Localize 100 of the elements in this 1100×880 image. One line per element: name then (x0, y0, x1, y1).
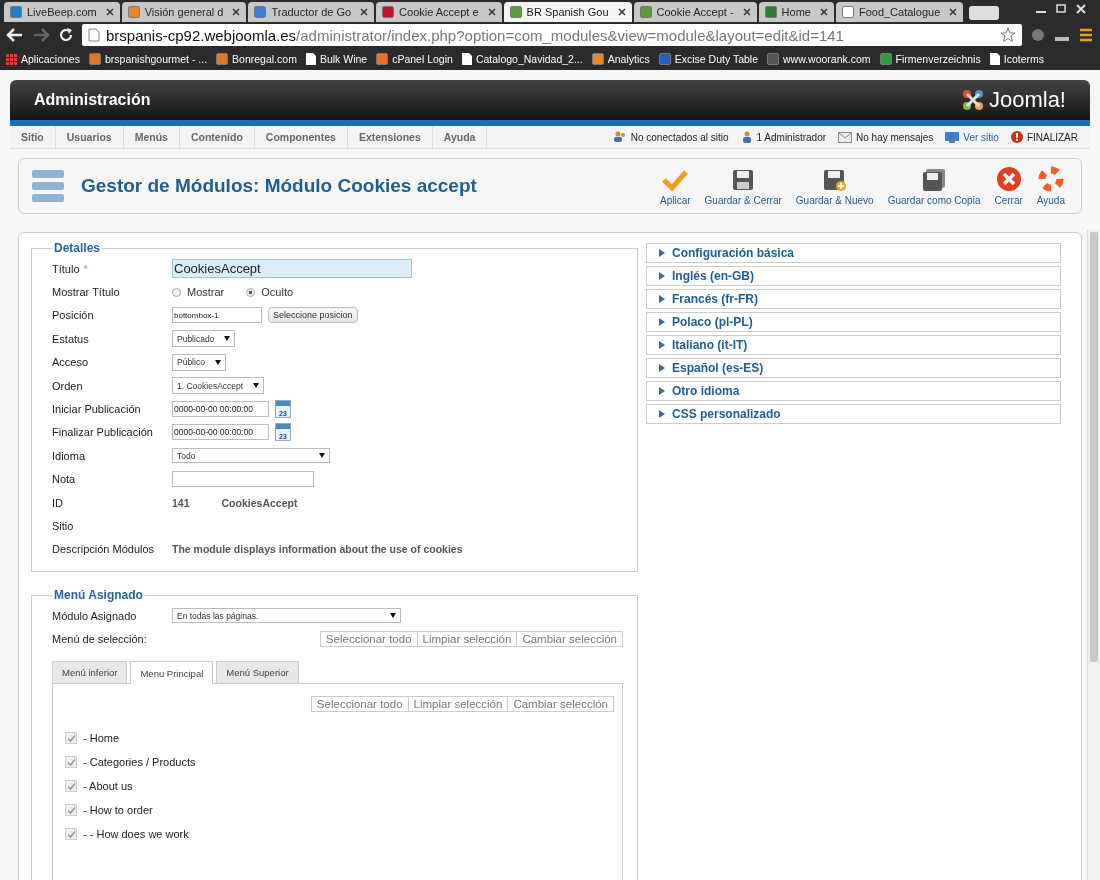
bookmark[interactable]: www.woorank.com (767, 53, 871, 65)
menu-item[interactable]: Usuarios (55, 126, 124, 148)
accordion-header[interactable]: CSS personalizado (646, 404, 1061, 424)
menu-item[interactable]: Extensiones (347, 126, 433, 148)
section-title: Detalles (53, 241, 102, 255)
bookmark[interactable]: Analytics (591, 53, 650, 65)
extension-icon[interactable] (1030, 27, 1046, 43)
accordion-header[interactable]: Polaco (pl-PL) (646, 312, 1061, 332)
selection-button[interactable]: Seleccionar todo (310, 696, 409, 713)
selection-button[interactable]: Cambiar selección (507, 696, 614, 713)
note-field[interactable] (172, 471, 314, 488)
caret-icon (659, 387, 665, 395)
menu-tab[interactable]: Menú Superior (216, 661, 299, 684)
browser-tab[interactable]: Visión general d (121, 2, 247, 22)
save-new-button[interactable]: Guardar & Nuevo (791, 168, 878, 206)
bookmark[interactable]: Aplicaciones (6, 53, 80, 65)
close-icon[interactable] (487, 8, 496, 16)
radio-option[interactable]: Mostrar (172, 286, 225, 299)
position-field[interactable]: bottombox-1 (172, 307, 262, 324)
browser-tab[interactable]: Food_Catalogue (835, 2, 964, 22)
accordion-header[interactable]: Español (es-ES) (646, 358, 1061, 378)
field-label: Menú de selección: (52, 633, 148, 646)
site-icon (127, 6, 140, 18)
apps-icon (6, 53, 17, 65)
menu-item[interactable]: Ayuda (432, 126, 488, 148)
monitor-icon (945, 131, 960, 143)
browser-tab[interactable]: Home (758, 2, 834, 22)
new-tab-button[interactable] (969, 6, 1000, 20)
address-bar[interactable]: brspanis-cp92.webjoomla.es/administrator/index.php?option=com_modules&view=module&layout=edit&id=141 (82, 24, 1022, 46)
site-icon (879, 53, 892, 65)
menu-tab[interactable]: Menú inferior (52, 661, 128, 684)
selection-button[interactable]: Seleccionar todo (319, 631, 418, 648)
menu-item[interactable]: Contenido (179, 126, 255, 148)
view-site-link[interactable]: Ver sitio (963, 131, 999, 143)
bookmark[interactable]: Excise Duty Table (658, 53, 758, 65)
accordion-header[interactable]: Configuración básica (646, 243, 1061, 263)
reload-icon[interactable] (58, 27, 74, 43)
bookmark[interactable]: cPanel Login (376, 53, 453, 65)
selection-button[interactable]: Limpiar selección (416, 631, 518, 648)
back-icon[interactable] (6, 27, 24, 43)
save-new-icon (822, 168, 847, 192)
close-button[interactable]: Cerrar (990, 166, 1027, 206)
dropdown[interactable]: Todo (172, 448, 330, 464)
close-icon[interactable] (617, 8, 626, 16)
menu-tab[interactable]: Menu Principal (130, 661, 214, 685)
bookmark[interactable]: brspanishgourmet - ... (88, 53, 208, 65)
close-icon[interactable] (819, 8, 828, 16)
status-text: No hay mensajes (856, 131, 934, 143)
date-field[interactable]: 0000-00-00 00:00:00 (172, 424, 269, 441)
browser-tab[interactable]: Cookie Accept - (633, 2, 757, 22)
selection-button[interactable]: Cambiar selección (516, 631, 623, 648)
scrollbar[interactable] (1087, 230, 1100, 880)
modules-icon (31, 168, 65, 204)
restore-icon[interactable] (1054, 3, 1068, 15)
accordion-header[interactable]: Francés (fr-FR) (646, 289, 1061, 309)
menu-icon[interactable] (1078, 27, 1094, 43)
bookmark[interactable]: Bulk Wine (305, 53, 368, 65)
help-button[interactable]: Ayuda (1032, 166, 1069, 206)
star-icon[interactable] (1000, 27, 1016, 43)
close-icon[interactable] (742, 8, 751, 16)
bookmark[interactable]: Icoterms (989, 53, 1044, 65)
save-copy-button[interactable]: Guardar como Copia (883, 168, 985, 206)
save-button[interactable]: Guardar & Cerrar (700, 168, 786, 206)
close-icon[interactable] (105, 8, 114, 16)
forward-icon[interactable] (32, 27, 50, 43)
menu-item[interactable]: Menús (123, 126, 180, 148)
close-icon[interactable] (232, 8, 241, 16)
close-icon[interactable] (1074, 3, 1088, 15)
accordion-header[interactable]: Otro idioma (646, 381, 1061, 401)
menu-item[interactable]: Sitio (10, 126, 56, 148)
title-field[interactable]: CookiesAccept (172, 259, 412, 279)
browser-tab[interactable]: Cookie Accept e (376, 2, 502, 22)
date-field[interactable]: 0000-00-00 00:00:00 (172, 401, 269, 418)
bookmark[interactable]: Firmenverzeichnis (879, 53, 981, 65)
accordion-header[interactable]: Italiano (it-IT) (646, 335, 1061, 355)
dropdown[interactable]: 1. CookiesAccept (172, 377, 265, 395)
bookmark[interactable]: Bonregal.com (216, 53, 297, 65)
logout-link[interactable]: FINALIZAR (1026, 131, 1078, 143)
dropdown[interactable]: Público (172, 353, 226, 371)
menu-item-label: - How to order (83, 804, 153, 817)
close-icon[interactable] (949, 8, 958, 16)
selection-button[interactable]: Limpiar selección (407, 696, 509, 713)
browser-tab[interactable]: LiveBeep.com (4, 2, 120, 22)
menu-item[interactable]: Componentes (254, 126, 348, 148)
browser-tab[interactable]: BR Spanish Gou (503, 2, 632, 22)
dropdown[interactable]: Publicado (172, 330, 236, 348)
browser-tab[interactable]: Traductor de Go (248, 2, 375, 22)
close-icon[interactable] (360, 8, 369, 16)
apply-button[interactable]: Aplicar (656, 168, 695, 206)
page-icon (88, 28, 100, 42)
page-icon (305, 53, 316, 65)
field-label: Mostrar Título (52, 286, 120, 299)
accordion-header[interactable]: Inglés (en-GB) (646, 266, 1061, 286)
save-copy-icon (922, 168, 947, 192)
field-value: The module displays information about the use of cookies (172, 543, 463, 556)
bookmark[interactable]: Catalogo_Navidad_2... (461, 53, 583, 65)
radio-option[interactable]: Oculto (246, 286, 294, 299)
site-icon (658, 53, 671, 65)
dropdown[interactable]: En todas las páginas. (172, 608, 401, 624)
select-position-button[interactable]: Seleccione posicion (268, 307, 358, 324)
